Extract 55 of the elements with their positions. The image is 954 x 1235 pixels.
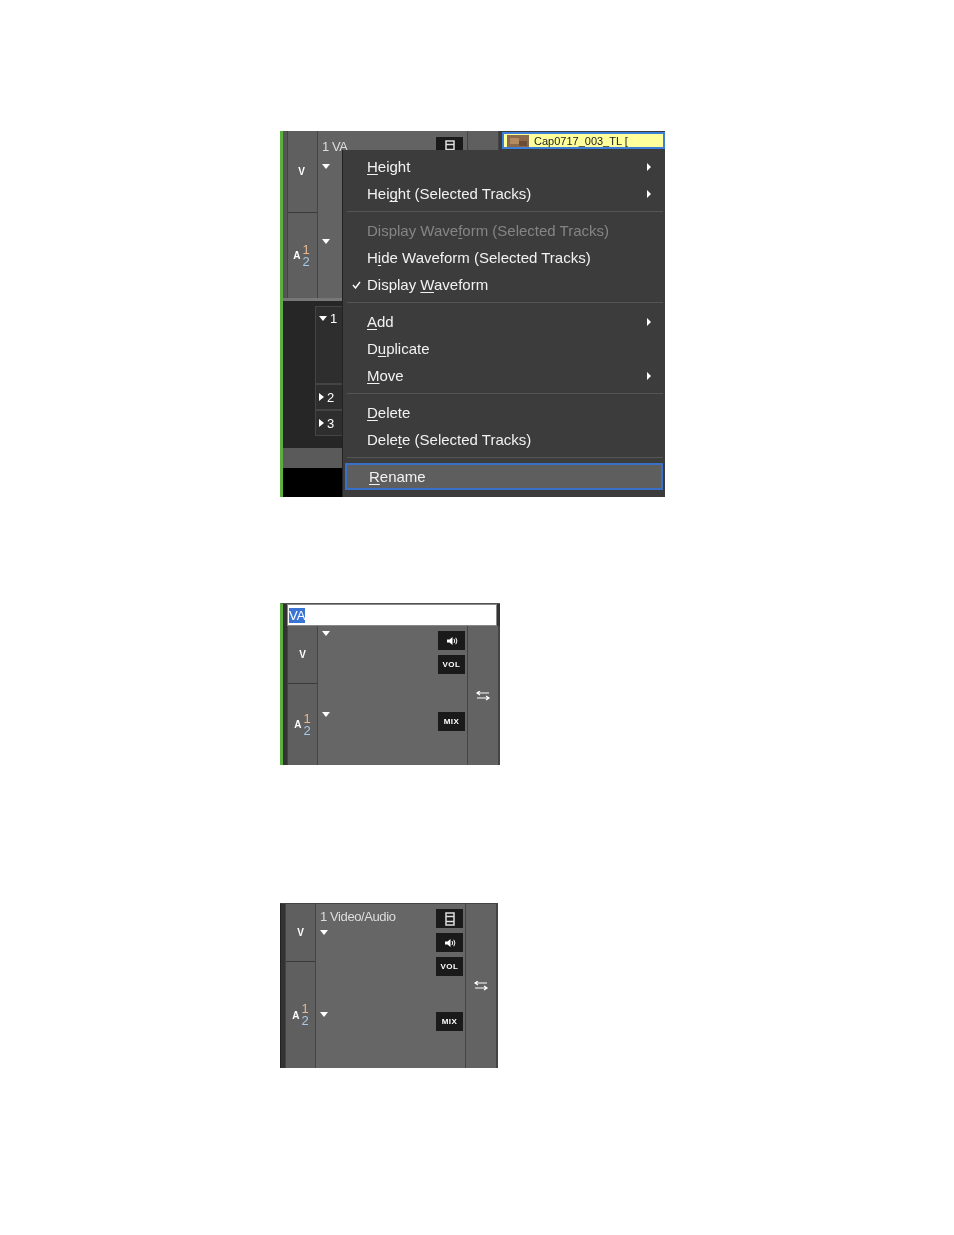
mix-button[interactable]: MIX	[436, 1012, 463, 1031]
volume-button[interactable]: VOL	[438, 655, 465, 674]
clip-name: Cap0717_003_TL [	[534, 134, 628, 147]
submenu-arrow-icon	[647, 318, 651, 326]
subtrack-row[interactable]: 3	[315, 410, 345, 436]
submenu-arrow-icon	[647, 372, 651, 380]
expand-triangle-icon	[322, 239, 330, 244]
expand-triangle-icon	[322, 631, 330, 636]
audio-track-label: A	[293, 250, 301, 261]
track-name: 1 VA	[322, 139, 348, 154]
film-strip-icon	[444, 911, 455, 926]
checkmark-icon	[351, 280, 361, 289]
speaker-icon	[445, 635, 458, 646]
video-track-label: V	[299, 649, 306, 660]
menu-item[interactable]: Rename	[345, 463, 663, 490]
subtrack-row[interactable]: 2	[315, 384, 345, 410]
submenu-arrow-icon	[647, 163, 651, 171]
expand-triangle-icon	[322, 164, 330, 169]
audio-track-label: A	[292, 1009, 300, 1021]
name-input-field[interactable]: VA	[287, 604, 497, 626]
channel-number: 1	[302, 243, 310, 256]
subtrack-row[interactable]: 1	[315, 306, 345, 384]
expand-triangle-icon	[320, 1012, 328, 1017]
speaker-button[interactable]	[438, 631, 465, 650]
speaker-button[interactable]	[436, 933, 463, 952]
collapse-triangle-icon	[319, 419, 324, 427]
menu-item[interactable]: Add	[345, 308, 663, 335]
swap-arrows-icon	[473, 981, 489, 991]
menu-item[interactable]: Delete	[345, 399, 663, 426]
menu-item[interactable]: Delete (Selected Tracks)	[345, 426, 663, 453]
channel-number: 2	[303, 724, 311, 737]
channel-number: 1	[301, 1003, 309, 1015]
collapse-triangle-icon	[319, 393, 324, 401]
volume-button[interactable]: VOL	[436, 957, 463, 976]
menu-item[interactable]: Duplicate	[345, 335, 663, 362]
film-strip-button[interactable]	[436, 909, 463, 928]
channel-number: 2	[301, 1015, 309, 1027]
track-name: 1 Video/Audio	[320, 909, 396, 924]
expand-triangle-icon	[322, 712, 330, 717]
submenu-arrow-icon	[647, 190, 651, 198]
expand-triangle-icon	[319, 316, 327, 321]
menu-item[interactable]: Move	[345, 362, 663, 389]
channel-number: 2	[302, 255, 310, 268]
speaker-icon	[443, 937, 456, 948]
menu-item[interactable]: Hide Waveform (Selected Tracks)	[345, 244, 663, 271]
video-track-label: V	[297, 927, 304, 938]
mix-button[interactable]: MIX	[438, 712, 465, 731]
swap-arrows-icon	[475, 690, 491, 701]
menu-item[interactable]: Height (Selected Tracks)	[345, 180, 663, 207]
menu-item[interactable]: Height	[345, 153, 663, 180]
menu-item[interactable]: Display Waveform	[345, 271, 663, 298]
video-track-label: V	[298, 166, 305, 177]
audio-track-label: A	[294, 719, 302, 730]
channel-number: 1	[303, 712, 311, 725]
expand-triangle-icon	[320, 930, 328, 935]
